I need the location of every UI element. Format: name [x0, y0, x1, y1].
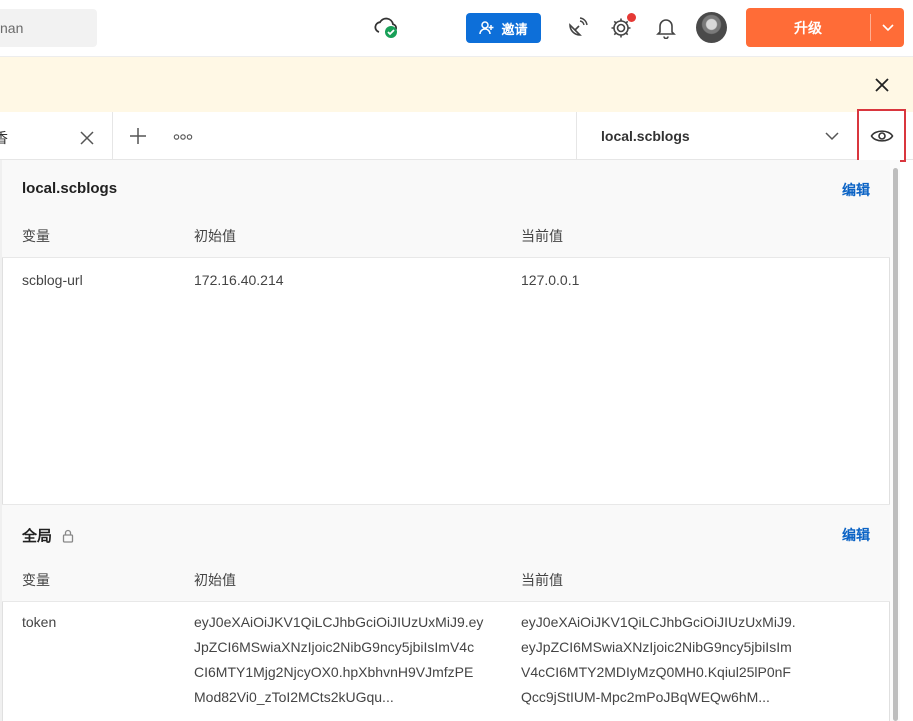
environment-quick-look-button[interactable]: [857, 109, 906, 162]
sync-cloud-icon[interactable]: [372, 14, 400, 42]
variable-name: token: [22, 614, 57, 630]
initial-value: eyJ0eXAiOiJKV1QiLCJhbGciOiJIUzUxMiJ9.ey …: [194, 610, 483, 710]
column-initial-value: 初始值: [194, 572, 236, 588]
tab-request[interactable]: 香: [0, 112, 113, 160]
satellite-icon[interactable]: [564, 14, 590, 42]
add-tab-icon[interactable]: [128, 126, 148, 146]
value-line: Qcc9jStIUM-Mpc2mPoJBqWEQw6hM...: [521, 689, 770, 705]
tab-close-icon[interactable]: [78, 129, 96, 147]
environment-column-headers: 变量 初始值 当前值: [2, 216, 890, 258]
column-current-value: 当前值: [521, 228, 563, 244]
current-value: eyJ0eXAiOiJKV1QiLCJhbGciOiJIUzUxMiJ9. ey…: [521, 610, 796, 710]
value-line: JpZCI6MSwiaXNzIjoic2NibG9ncy5jbiIsImV4c: [194, 639, 475, 655]
global-column-headers: 变量 初始值 当前值: [2, 560, 890, 602]
column-variable: 变量: [22, 228, 50, 244]
environment-section-header: local.scblogs 编辑: [2, 160, 890, 216]
environment-edit-link[interactable]: 编辑: [842, 180, 870, 200]
value-line: Mod82Vi0_zToI2MCts2kUGqu...: [194, 689, 394, 705]
column-initial-value: 初始值: [194, 228, 236, 244]
upgrade-button[interactable]: 升级: [746, 8, 904, 47]
more-options-icon[interactable]: [173, 130, 193, 142]
current-value: 127.0.0.1: [521, 272, 580, 288]
chevron-down-icon[interactable]: [871, 8, 904, 47]
global-title-text: 全局: [22, 528, 53, 545]
notice-banner: [0, 57, 913, 112]
value-line: eyJ0eXAiOiJKV1QiLCJhbGciOiJIUzUxMiJ9.: [521, 614, 796, 630]
add-user-icon: [479, 21, 494, 35]
invite-label: 邀请: [501, 21, 528, 37]
eye-icon: [870, 129, 893, 142]
global-edit-link[interactable]: 编辑: [842, 525, 870, 545]
environment-selected-label: local.scblogs: [601, 128, 690, 144]
value-line: eyJpZCI6MSwiaXNzIjoic2NibG9ncy5jbiIsIm: [521, 639, 792, 655]
global-section-header: 全局 编辑: [2, 504, 890, 560]
column-current-value: 当前值: [521, 572, 563, 588]
notification-dot: [627, 13, 636, 22]
variable-name: scblog-url: [22, 272, 83, 288]
value-line: eyJ0eXAiOiJKV1QiLCJhbGciOiJIUzUxMiJ9.ey: [194, 614, 484, 630]
notifications-bell-icon[interactable]: [654, 14, 678, 42]
invite-button[interactable]: 邀请: [466, 13, 541, 43]
chevron-down-icon: [824, 129, 840, 143]
tab-label: 香: [0, 130, 8, 146]
user-avatar[interactable]: [696, 12, 727, 43]
global-section-title: 全局: [22, 525, 74, 546]
close-icon[interactable]: [871, 74, 893, 96]
lock-icon: [63, 529, 74, 543]
scrollbar-thumb[interactable]: [893, 168, 898, 721]
column-variable: 变量: [22, 572, 50, 588]
environment-section-title: local.scblogs: [22, 180, 118, 197]
upgrade-label[interactable]: 升级: [746, 8, 870, 47]
search-input[interactable]: nan: [0, 9, 97, 47]
initial-value: 172.16.40.214: [194, 272, 284, 288]
value-line: V4cCI6MTY2MDIyMzQ0MH0.Kqiul25lP0nF: [521, 664, 791, 680]
environment-selector[interactable]: local.scblogs: [576, 112, 856, 160]
value-line: CI6MTY1Mjg2NjcyOX0.hpXbhvnH9VJmfzPE: [194, 664, 474, 680]
